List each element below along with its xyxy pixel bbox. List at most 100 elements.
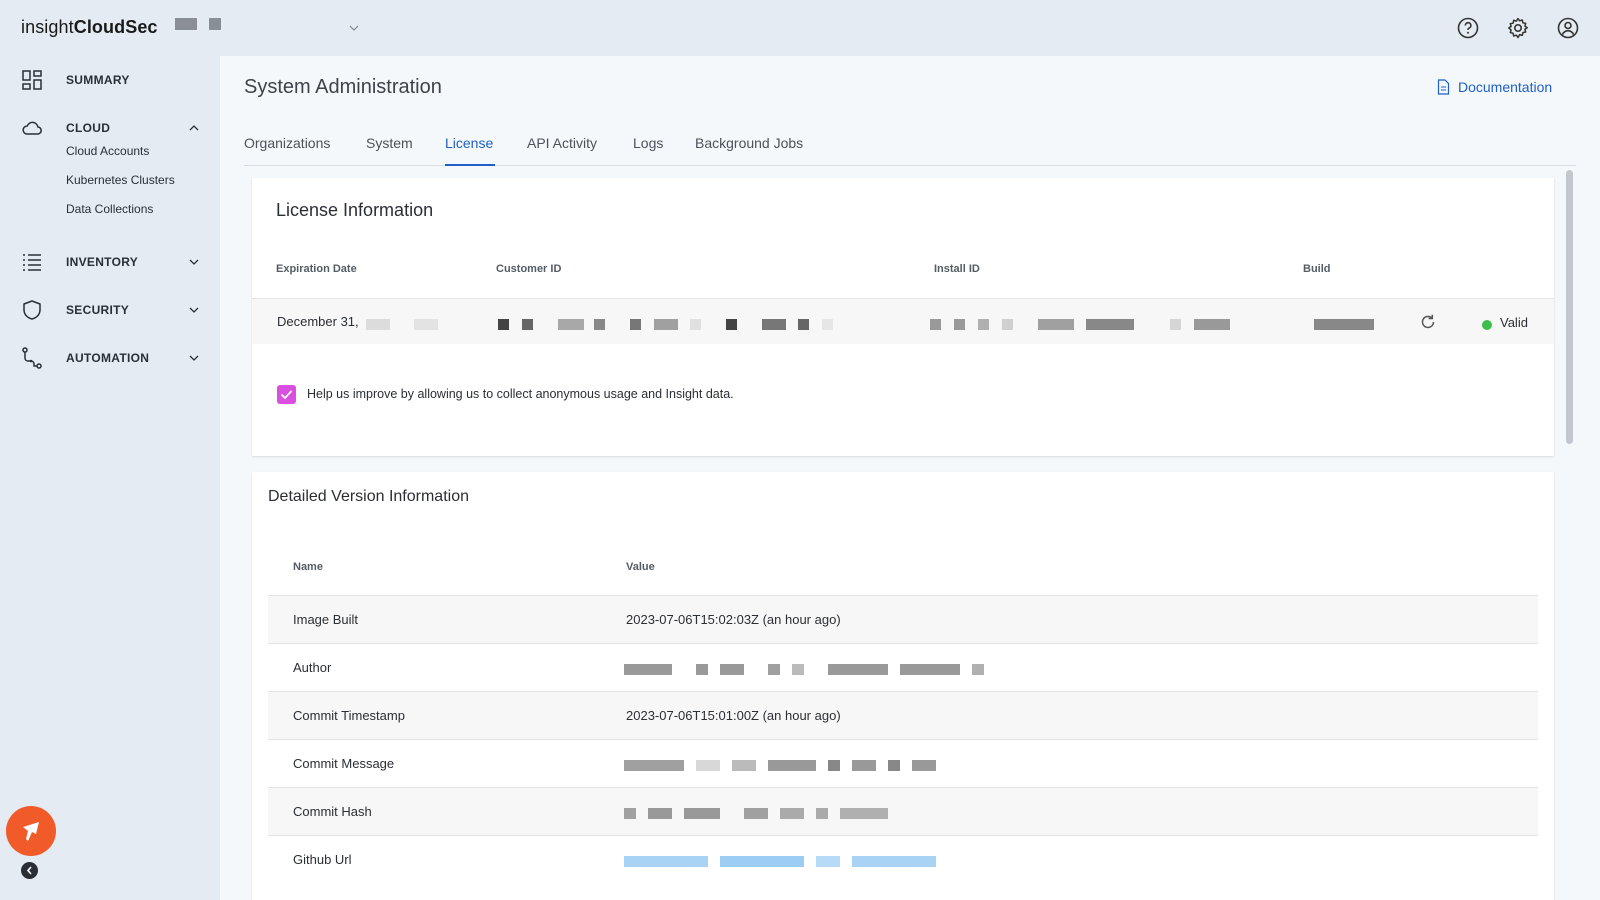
redacted-text bbox=[852, 760, 876, 771]
redacted-text bbox=[624, 664, 672, 675]
redacted-link[interactable] bbox=[624, 856, 708, 867]
table-row: Commit Hash bbox=[268, 787, 1538, 835]
redacted-text bbox=[930, 319, 941, 330]
tab-background-jobs[interactable]: Background Jobs bbox=[695, 135, 803, 151]
chevron-down-icon[interactable] bbox=[187, 255, 201, 269]
nav-cloud-accounts[interactable]: Cloud Accounts bbox=[66, 144, 149, 158]
redacted-text bbox=[498, 319, 509, 330]
redacted-text bbox=[822, 319, 833, 330]
sidebar: SUMMARY CLOUD Cloud Accounts Kubernetes … bbox=[0, 56, 220, 900]
app-logo[interactable]: insightCloudSec bbox=[21, 17, 158, 38]
table-row: Image Built 2023-07-06T15:02:03Z (an hou… bbox=[268, 595, 1538, 643]
user-circle-icon[interactable] bbox=[1556, 16, 1580, 40]
tab-logs[interactable]: Logs bbox=[633, 135, 663, 151]
collapse-sidebar-button[interactable] bbox=[21, 862, 38, 879]
redacted-text bbox=[762, 319, 786, 330]
version-card-title: Detailed Version Information bbox=[268, 488, 469, 505]
tab-organizations[interactable]: Organizations bbox=[244, 135, 330, 151]
tab-license[interactable]: License bbox=[445, 135, 493, 151]
row-name: Commit Timestamp bbox=[293, 708, 405, 723]
cloud-icon bbox=[22, 121, 42, 135]
redacted-text bbox=[1170, 319, 1181, 330]
column-expiration-date: Expiration Date bbox=[276, 263, 357, 275]
tab-bar: Organizations System License API Activit… bbox=[244, 130, 1576, 166]
redacted-text bbox=[684, 808, 720, 819]
workflow-icon bbox=[22, 347, 42, 369]
valid-status-dot bbox=[1482, 320, 1492, 330]
top-bar: insightCloudSec bbox=[0, 0, 1600, 56]
redacted-org-block bbox=[175, 18, 197, 30]
expiration-date-value: December 31, bbox=[277, 314, 359, 329]
checkmark-icon bbox=[280, 390, 293, 400]
gear-icon[interactable] bbox=[1506, 16, 1530, 40]
tab-api-activity[interactable]: API Activity bbox=[527, 135, 597, 151]
redacted-text bbox=[558, 319, 584, 330]
redacted-text bbox=[780, 808, 804, 819]
page-title: System Administration bbox=[244, 76, 442, 98]
nav-security[interactable]: SECURITY bbox=[0, 296, 220, 324]
row-name: Image Built bbox=[293, 612, 359, 627]
detailed-version-card: Detailed Version Information Name Value … bbox=[252, 472, 1554, 900]
chevron-down-icon[interactable] bbox=[187, 303, 201, 317]
feedback-button[interactable] bbox=[6, 806, 56, 856]
redacted-text bbox=[792, 664, 804, 675]
organization-selector[interactable] bbox=[175, 18, 221, 30]
redacted-text bbox=[648, 808, 672, 819]
nav-automation[interactable]: AUTOMATION bbox=[0, 344, 220, 372]
nav-summary-label: SUMMARY bbox=[66, 73, 130, 87]
license-card-title: License Information bbox=[276, 200, 434, 220]
logo-text-light: insight bbox=[21, 17, 74, 37]
redacted-text bbox=[1002, 319, 1013, 330]
license-row: December 31, bbox=[252, 298, 1554, 344]
redacted-text bbox=[828, 760, 840, 771]
redacted-link[interactable] bbox=[720, 856, 804, 867]
redacted-text bbox=[1086, 319, 1134, 330]
nav-cloud-label: CLOUD bbox=[66, 121, 111, 135]
megaphone-icon bbox=[23, 822, 39, 841]
table-row: Commit Timestamp 2023-07-06T15:01:00Z (a… bbox=[268, 691, 1538, 739]
redacted-text bbox=[744, 808, 768, 819]
chevron-down-icon[interactable] bbox=[187, 351, 201, 365]
documentation-label: Documentation bbox=[1458, 79, 1553, 95]
redacted-text bbox=[1314, 319, 1374, 330]
chevron-left-icon bbox=[26, 866, 32, 875]
redacted-text bbox=[624, 808, 636, 819]
redacted-text bbox=[978, 319, 989, 330]
nav-automation-label: AUTOMATION bbox=[66, 351, 150, 365]
table-row: Commit Message bbox=[268, 739, 1538, 787]
refresh-icon[interactable] bbox=[1419, 313, 1437, 331]
row-name: Author bbox=[293, 660, 332, 675]
nav-data-collections[interactable]: Data Collections bbox=[66, 202, 153, 216]
nav-summary[interactable]: SUMMARY bbox=[0, 66, 220, 94]
usage-consent-checkbox[interactable] bbox=[277, 385, 296, 404]
redacted-text bbox=[414, 319, 438, 330]
chevron-up-icon[interactable] bbox=[187, 121, 201, 135]
nav-inventory[interactable]: INVENTORY bbox=[0, 248, 220, 276]
redacted-text bbox=[696, 760, 720, 771]
redacted-text bbox=[732, 760, 756, 771]
table-row: Author bbox=[268, 643, 1538, 691]
scrollbar-thumb[interactable] bbox=[1566, 170, 1573, 444]
redacted-text bbox=[768, 664, 780, 675]
column-build: Build bbox=[1303, 263, 1331, 275]
license-information-card: License Information Expiration Date Cust… bbox=[252, 178, 1554, 456]
redacted-text bbox=[912, 760, 936, 771]
row-name: Commit Message bbox=[293, 756, 395, 771]
documentation-link[interactable]: Documentation bbox=[1437, 79, 1552, 95]
redacted-text bbox=[654, 319, 678, 330]
chevron-down-icon[interactable] bbox=[348, 22, 360, 34]
redacted-text bbox=[840, 808, 888, 819]
redacted-text bbox=[696, 664, 708, 675]
active-tab-indicator bbox=[445, 164, 495, 166]
nav-cloud[interactable]: CLOUD bbox=[0, 114, 220, 142]
tab-system[interactable]: System bbox=[366, 135, 413, 151]
redacted-link[interactable] bbox=[852, 856, 936, 867]
redacted-text bbox=[594, 319, 605, 330]
redacted-link[interactable] bbox=[816, 856, 840, 867]
nav-kubernetes-clusters[interactable]: Kubernetes Clusters bbox=[66, 173, 175, 187]
redacted-org-block bbox=[209, 18, 221, 30]
nav-inventory-label: INVENTORY bbox=[66, 255, 139, 269]
help-circle-icon[interactable] bbox=[1456, 16, 1480, 40]
column-value: Value bbox=[626, 561, 655, 573]
nav-security-label: SECURITY bbox=[66, 303, 130, 317]
